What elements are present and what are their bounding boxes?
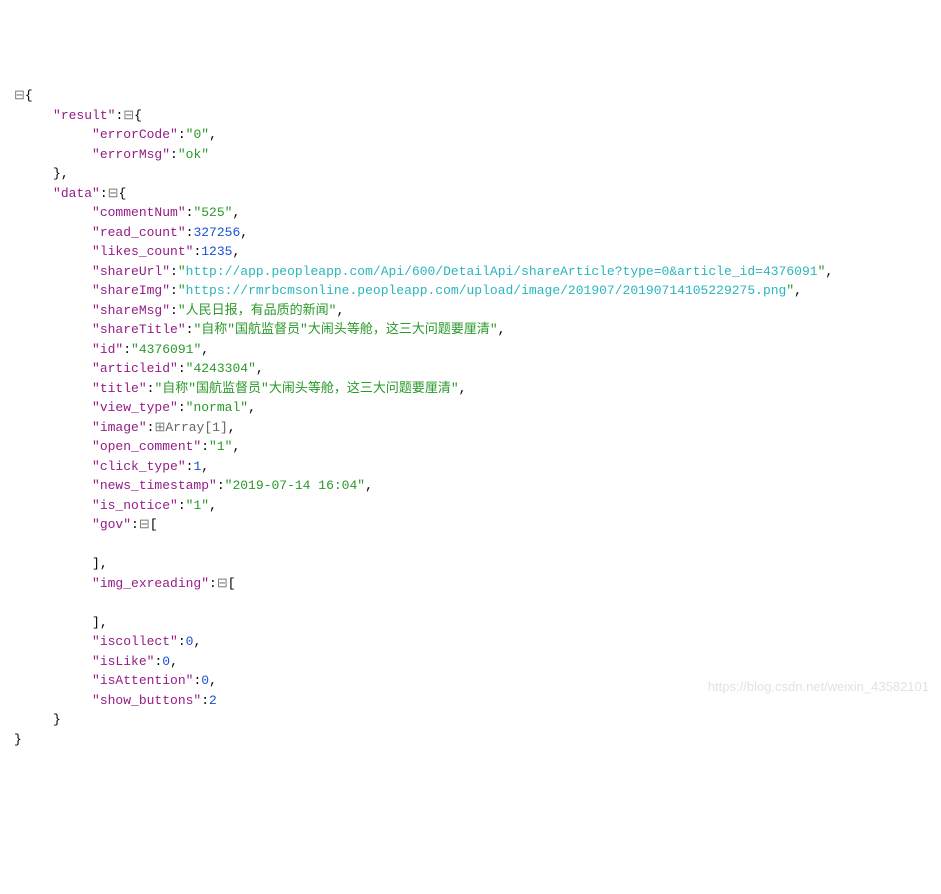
json-value: 0	[201, 673, 209, 688]
json-key: "likes_count"	[92, 244, 193, 259]
json-key: "isAttention"	[92, 673, 193, 688]
collapse-icon[interactable]: ⊟	[14, 86, 25, 106]
json-value: "https://rmrbcmsonline.peopleapp.com/upl…	[178, 283, 794, 298]
json-value: "4376091"	[131, 342, 201, 357]
json-value: "自称"国航监督员"大闹头等舱，这三大问题要厘清"	[154, 381, 458, 396]
json-key: "shareUrl"	[92, 264, 170, 279]
json-value: "0"	[186, 127, 209, 142]
json-key: "show_buttons"	[92, 693, 201, 708]
json-value: 2	[209, 693, 217, 708]
json-value: "525"	[193, 205, 232, 220]
json-value: "2019-07-14 16:04"	[225, 478, 365, 493]
json-value: 1235	[201, 244, 232, 259]
json-key: "isLike"	[92, 654, 154, 669]
json-key: "errorMsg"	[92, 147, 170, 162]
json-key: "img_exreading"	[92, 576, 209, 591]
brace-open: {	[25, 88, 33, 103]
json-value: "1"	[186, 498, 209, 513]
json-key: "read_count"	[92, 225, 186, 240]
json-key: "iscollect"	[92, 634, 178, 649]
collapse-icon[interactable]: ⊟	[139, 515, 150, 535]
json-value: 0	[162, 654, 170, 669]
json-key: "shareMsg"	[92, 303, 170, 318]
json-key: "result"	[53, 108, 115, 123]
json-value: "自称"国航监督员"大闹头等舱，这三大问题要厘清"	[193, 322, 497, 337]
json-key: "commentNum"	[92, 205, 186, 220]
array-summary: Array[1]	[165, 420, 227, 435]
json-value: "1"	[209, 439, 232, 454]
json-key: "image"	[92, 420, 147, 435]
json-value: "normal"	[186, 400, 248, 415]
brace-close: }	[14, 732, 22, 747]
json-key: "view_type"	[92, 400, 178, 415]
json-key: "news_timestamp"	[92, 478, 217, 493]
expand-icon[interactable]: ⊞	[154, 418, 165, 438]
json-key: "open_comment"	[92, 439, 201, 454]
collapse-icon[interactable]: ⊟	[108, 184, 119, 204]
json-viewer: ⊟{ "result":⊟{ "errorCode":"0", "errorMs…	[14, 86, 927, 749]
json-value: "4243304"	[186, 361, 256, 376]
json-key: "click_type"	[92, 459, 186, 474]
collapse-icon[interactable]: ⊟	[123, 106, 134, 126]
json-key: "id"	[92, 342, 123, 357]
json-value: "http://app.peopleapp.com/Api/600/Detail…	[178, 264, 826, 279]
json-key: "data"	[53, 186, 100, 201]
json-value: 327256	[193, 225, 240, 240]
json-key: "is_notice"	[92, 498, 178, 513]
json-key: "shareTitle"	[92, 322, 186, 337]
json-key: "title"	[92, 381, 147, 396]
json-key: "articleid"	[92, 361, 178, 376]
json-key: "errorCode"	[92, 127, 178, 142]
json-value: "人民日报，有品质的新闻"	[178, 303, 337, 318]
json-value: "ok"	[178, 147, 209, 162]
json-key: "shareImg"	[92, 283, 170, 298]
collapse-icon[interactable]: ⊟	[217, 574, 228, 594]
json-key: "gov"	[92, 517, 131, 532]
